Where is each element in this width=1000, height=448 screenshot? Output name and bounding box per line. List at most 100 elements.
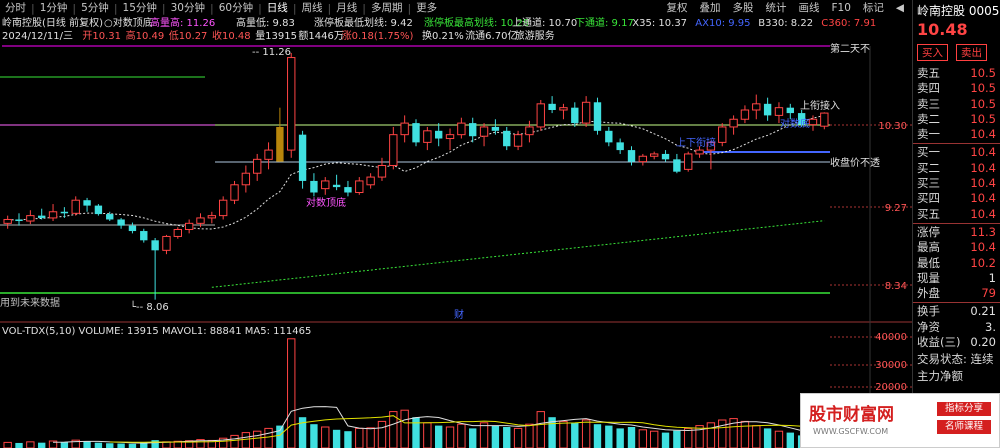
volume-bar	[763, 428, 772, 448]
logo-tag-2: 名师课程	[937, 420, 991, 434]
candle-body	[571, 107, 579, 124]
candle-body	[48, 211, 58, 219]
volume-bar	[673, 430, 681, 448]
volume-bar	[310, 424, 318, 448]
bids-row: 买二 10.4	[917, 160, 996, 175]
info-line2-5: 量13915	[255, 30, 297, 42]
info-line2-1: 开10.31	[82, 31, 121, 42]
info-line1-2: 高量高: 11.26	[150, 16, 215, 29]
volume-ma10	[109, 415, 825, 443]
volume-bar	[469, 428, 477, 448]
info-right-4: B330: 8.22	[758, 18, 813, 29]
volume-bar	[559, 420, 568, 448]
stats-row: 涨停 11.3	[917, 224, 996, 239]
buy-button[interactable]: 买入	[917, 44, 948, 61]
volume-bar	[752, 425, 761, 448]
volume-bar	[344, 431, 352, 448]
candle-body	[479, 126, 489, 137]
tab-10[interactable]: 更多	[411, 0, 442, 16]
anno-future: 用到未来数据	[0, 296, 60, 309]
volume-label: VOL-TDX(5,10) VOLUME: 13915 MAVOL1: 8884…	[2, 326, 311, 337]
toolbar-button-2[interactable]: 多股	[727, 0, 760, 16]
volume-bar	[60, 442, 69, 448]
candle-body	[808, 118, 818, 126]
volume-bar	[94, 442, 103, 448]
stats-list: 涨停 11.3 最高 10.4 最低 10.2 现量 1 外盘 79	[913, 225, 1000, 301]
bids-row: 买一 10.4	[917, 145, 996, 160]
volume-bar	[491, 425, 500, 448]
candle-body	[310, 180, 318, 193]
candle-body	[3, 218, 12, 224]
toolbar-button-1[interactable]: 叠加	[694, 0, 727, 16]
candle-body	[763, 103, 772, 116]
volume-bar	[434, 425, 443, 448]
volume-bar	[38, 442, 46, 448]
tab-4[interactable]: 30分钟	[166, 0, 210, 16]
asks-row: 卖五 10.5	[917, 66, 996, 80]
toolbar-button-6[interactable]: 标记	[857, 0, 890, 16]
candle-body	[695, 149, 704, 155]
tab-9[interactable]: 多周期	[366, 0, 408, 16]
info-line1-4: 涨停板最低划线: 9.42	[314, 16, 413, 29]
volume-bar	[706, 422, 716, 448]
volume-bar	[638, 429, 648, 448]
volume-bar	[571, 422, 579, 448]
candle-body	[525, 126, 534, 136]
tab-8[interactable]: 月线	[331, 0, 362, 16]
info-line2-9: 流通6.70亿	[465, 29, 517, 42]
volume-bar	[661, 432, 670, 448]
tab-7[interactable]: 周线	[297, 0, 328, 16]
volume-axis-label: 30000	[875, 360, 907, 371]
volume-bar	[423, 422, 432, 448]
volume-bar	[479, 422, 489, 448]
tab-0[interactable]: 分时	[0, 0, 31, 16]
ask-list: 卖五 10.5 卖四 10.5 卖三 10.5 卖二 10.5 卖一 10.4	[913, 66, 1000, 142]
info-line2-3: 低10.27	[169, 29, 208, 42]
candle-body	[536, 103, 545, 128]
volume-bar	[581, 419, 591, 448]
kline-chart[interactable]: 岭南控股(日线 前复权) ○对数顶底高量高: 11.26 高量低: 9.83 涨停板最…	[0, 0, 912, 448]
quote-panel: 岭南控股 000524 10.48 买入 卖出 卖五10.5卖四10.5卖三10…	[912, 0, 1000, 448]
stock-title: 岭南控股 000524	[917, 4, 1000, 18]
info-line2-0: 2024/12/11/三	[2, 31, 73, 42]
volume-bar	[457, 423, 466, 448]
tab-2[interactable]: 5分钟	[76, 0, 114, 16]
candle-body	[184, 222, 194, 231]
volume-bar	[445, 426, 455, 448]
info-line2-4: 收10.48	[212, 29, 251, 42]
candle-body	[276, 126, 284, 162]
candle-body	[83, 200, 91, 206]
stats-row: 最高 10.4	[917, 240, 996, 255]
bids-row: 买三 10.4	[917, 176, 996, 191]
stats2-row: 收益(三) 0.20	[917, 335, 996, 350]
toolbar-button-7[interactable]: ◀	[890, 0, 910, 16]
volume-bar	[128, 443, 137, 448]
volume-bar	[513, 427, 523, 448]
candle-body	[774, 107, 784, 116]
candle-body	[469, 123, 477, 137]
toolbar-button-4[interactable]: 画线	[793, 0, 826, 16]
tab-3[interactable]: 15分钟	[118, 0, 162, 16]
volume-bar	[605, 425, 613, 448]
candle-body	[423, 130, 432, 143]
candle-body	[548, 103, 556, 110]
toolbar-button-5[interactable]: F10	[826, 0, 857, 16]
volume-bar	[264, 427, 273, 448]
candle-body	[673, 159, 681, 172]
info-right-0: 上通道: 10.70	[512, 16, 577, 29]
candle-body	[820, 112, 829, 127]
volume-bar	[355, 427, 364, 448]
toolbar-button-0[interactable]: 复权	[661, 0, 694, 16]
price-axis-label: 8.34	[885, 281, 907, 292]
tab-5[interactable]: 60分钟	[214, 0, 258, 16]
toolbar-button-3[interactable]: 统计	[760, 0, 793, 16]
tab-1[interactable]: 1分钟	[35, 0, 73, 16]
volume-bar	[718, 419, 727, 448]
candle-body	[638, 155, 648, 163]
candle-body	[605, 130, 613, 143]
anno-cai: 财	[454, 308, 464, 321]
candle-body	[218, 199, 228, 217]
candle-body	[740, 109, 750, 120]
sell-button[interactable]: 卖出	[956, 44, 987, 61]
tab-6[interactable]: 日线	[262, 0, 293, 16]
